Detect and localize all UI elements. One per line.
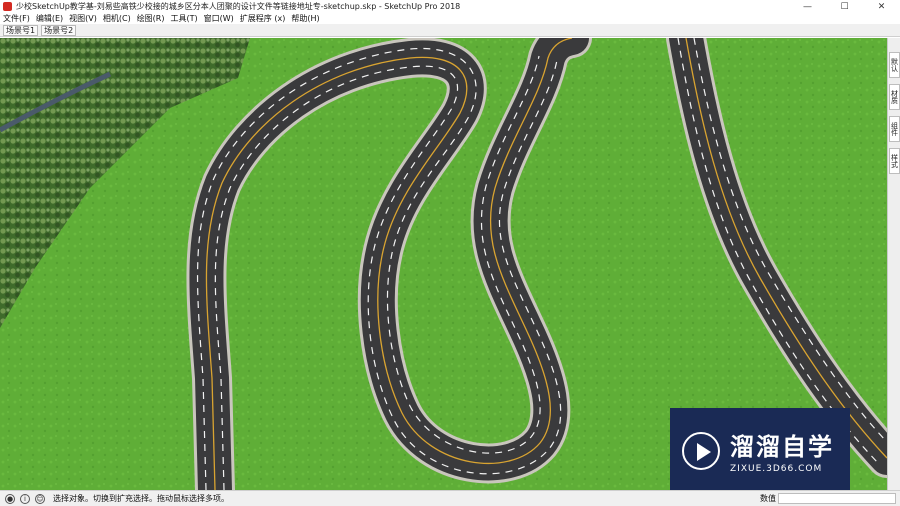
sketchup-app-icon <box>3 2 12 11</box>
maximize-button[interactable]: ☐ <box>826 0 863 13</box>
close-button[interactable]: ✕ <box>863 0 900 13</box>
menu-window[interactable]: 窗口(W) <box>204 13 234 24</box>
menu-view[interactable]: 视图(V) <box>69 13 97 24</box>
menu-bar: 文件(F) 编辑(E) 视图(V) 相机(C) 绘图(R) 工具(T) 窗口(W… <box>0 13 900 24</box>
minimize-button[interactable]: — <box>789 0 826 13</box>
tray-tab-components[interactable]: 组件 <box>889 116 900 142</box>
menu-extensions[interactable]: 扩展程序 (x) <box>240 13 286 24</box>
tray-tab-default[interactable]: 默认 <box>889 52 900 78</box>
title-bar: 少校SketchUp教学基-刘易些高铁少校接的城乡区分本人团聚的设计文件等链接地… <box>0 0 900 13</box>
menu-camera[interactable]: 相机(C) <box>103 13 131 24</box>
scene-tab-1[interactable]: 场景号1 <box>3 24 39 36</box>
user-account-icon[interactable]: ☺ <box>35 493 45 504</box>
tray-tab-materials[interactable]: 材质 <box>889 84 900 110</box>
scene-tabs: 场景号1 场景号2 <box>0 24 900 37</box>
status-bar: ● i ☺ 选择对象。切换到扩充选择。拖动鼠标选择多项。 数值 <box>0 490 900 506</box>
menu-edit[interactable]: 编辑(E) <box>36 13 63 24</box>
window-controls: — ☐ ✕ <box>789 0 900 13</box>
play-triangle-icon <box>697 442 711 461</box>
menu-draw[interactable]: 绘图(R) <box>137 13 165 24</box>
default-tray: 默认 材质 组件 样式 <box>887 38 900 490</box>
credits-info-icon[interactable]: i <box>20 493 30 504</box>
menu-help[interactable]: 帮助(H) <box>291 13 319 24</box>
play-logo-icon <box>682 431 720 470</box>
window-title: 少校SketchUp教学基-刘易些高铁少校接的城乡区分本人团聚的设计文件等链接地… <box>16 2 461 11</box>
geo-location-icon[interactable]: ● <box>5 493 15 504</box>
status-message: 选择对象。切换到扩充选择。拖动鼠标选择多项。 <box>53 494 229 503</box>
watermark-text: 溜溜自学 ZIXUE.3D66.COM <box>730 427 834 474</box>
measurements-label: 数值 <box>760 494 776 503</box>
watermark-logo: 溜溜自学 ZIXUE.3D66.COM <box>670 408 850 493</box>
watermark-url: ZIXUE.3D66.COM <box>730 464 823 474</box>
scene-tab-2[interactable]: 场景号2 <box>41 24 77 36</box>
measurements-input[interactable] <box>778 493 896 504</box>
tray-tab-styles[interactable]: 样式 <box>889 148 900 174</box>
watermark-brand: 溜溜自学 <box>730 433 834 461</box>
menu-file[interactable]: 文件(F) <box>3 13 30 24</box>
menu-tools[interactable]: 工具(T) <box>171 13 198 24</box>
